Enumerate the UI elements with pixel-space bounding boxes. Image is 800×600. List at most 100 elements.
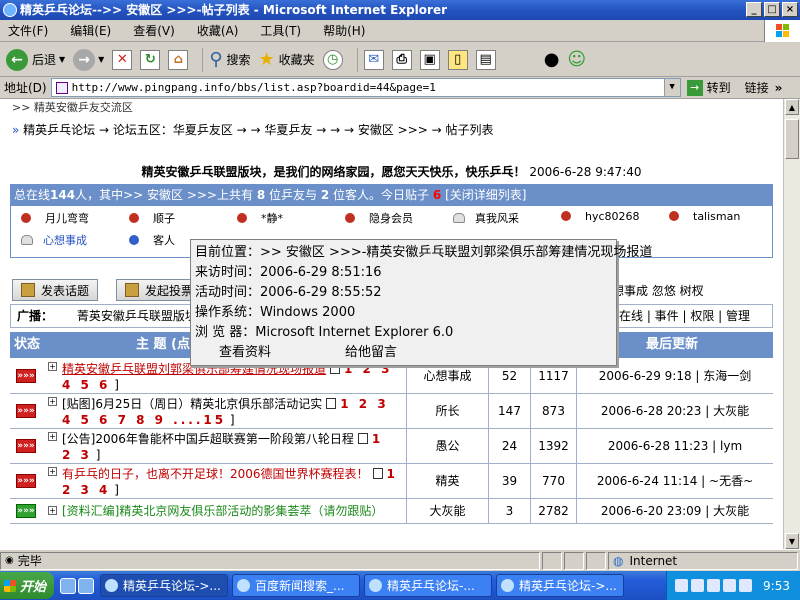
thread-title[interactable]: [公告]2006年鲁能杯中国乒超联赛第一阶段第八轮日程 <box>62 432 354 446</box>
breadcrumb-text[interactable]: 精英乒乓论坛 → 论坛五区：华夏乒友区 → → 华夏乒友 → → → 安徽区 >… <box>23 123 493 137</box>
favorites-button[interactable]: ★ 收藏夹 <box>259 49 315 70</box>
start-button[interactable]: 开始 <box>0 572 54 599</box>
menu-file[interactable]: 文件(F) <box>8 22 48 39</box>
thread-last-update[interactable]: 2006-6-24 11:14 | ~无香~ <box>576 464 773 499</box>
note-icon[interactable]: ▯ <box>447 49 468 70</box>
board-nav-links[interactable]: 在线 | 事件 | 权限 | 管理 <box>619 305 750 327</box>
messenger-doc-icon[interactable]: ▤ <box>475 49 496 70</box>
online-user[interactable]: 顺子 <box>129 210 175 226</box>
leave-message-link[interactable]: 给他留言 <box>345 345 397 360</box>
thread-author[interactable]: 所长 <box>406 394 488 429</box>
links-expand-icon[interactable]: » <box>775 81 783 95</box>
normal-thread-icon: »»» <box>16 504 36 518</box>
expand-icon[interactable]: + <box>48 362 57 371</box>
thread-title[interactable]: 有乒乓的日子，也离不开足球！2006德国世界杯赛程表！ <box>62 467 369 481</box>
user-name: 隐身会员 <box>369 212 413 225</box>
close-list-link[interactable]: [关闭详细列表] <box>445 188 526 202</box>
expand-icon[interactable]: + <box>48 397 57 406</box>
online-user[interactable]: 隐身会员 <box>345 210 413 226</box>
go-button[interactable]: → 转到 <box>686 79 731 96</box>
online-mid: 人，其中>> 安徽区 >>>上共有 <box>75 188 253 202</box>
view-profile-link[interactable]: 查看资料 <box>219 345 271 360</box>
forward-button[interactable]: → ▼ <box>73 48 104 71</box>
address-input[interactable]: http://www.pingpang.info/bbs/list.asp?bo… <box>50 78 681 97</box>
mail-icon[interactable]: ✉ <box>363 49 384 70</box>
scroll-thumb[interactable] <box>785 119 799 159</box>
online-user[interactable]: 真我风采 <box>453 210 519 226</box>
tray-icon[interactable] <box>675 579 689 592</box>
maximize-button[interactable]: □ <box>764 2 780 17</box>
expand-icon[interactable]: + <box>48 467 57 476</box>
minimize-button[interactable]: _ <box>746 2 762 17</box>
back-dropdown-icon[interactable]: ▼ <box>59 55 65 64</box>
address-dropdown-icon[interactable]: ▼ <box>663 79 680 96</box>
tooltip-location: 目前位置：>> 安徽区 >>>-精英安徽乒乓联盟刘郭梁俱乐部筹建情况现场报道 <box>195 245 653 260</box>
edit-page-icon[interactable]: ▣ <box>419 49 440 70</box>
back-button[interactable]: ← 后退 ▼ <box>6 48 65 71</box>
thread-author[interactable]: 愚公 <box>406 429 488 464</box>
thread-author[interactable]: 大灰能 <box>406 499 488 524</box>
thread-last-update[interactable]: 2006-6-28 11:23 | lym <box>576 429 773 464</box>
toolbar-separator <box>202 47 204 72</box>
online-user[interactable]: 心想事成 <box>21 232 87 248</box>
tray-icon[interactable] <box>691 579 705 592</box>
menu-favorites[interactable]: 收藏(A) <box>197 22 239 39</box>
user-pin-icon <box>561 211 571 221</box>
menu-edit[interactable]: 编辑(E) <box>70 22 111 39</box>
qq-penguin-icon[interactable]: ● <box>544 49 560 70</box>
online-user[interactable]: *静* <box>237 210 283 226</box>
stop-icon[interactable]: ✕ <box>112 49 133 70</box>
menu-tools[interactable]: 工具(T) <box>260 22 301 39</box>
thread-title[interactable]: [资料汇编]精英北京网友俱乐部活动的影集荟萃（请勿跟贴） <box>62 504 383 518</box>
today-posts: 6 <box>432 188 442 202</box>
close-button[interactable]: × <box>782 2 798 17</box>
task-label: 精英乒乓论坛->... <box>123 579 221 593</box>
task-button[interactable]: 精英乒乓论坛->... <box>496 574 624 597</box>
header-topic[interactable]: 主 题 (点 <box>136 332 190 358</box>
online-user[interactable]: hyc80268 <box>561 210 640 223</box>
quick-launch-icon[interactable] <box>60 577 76 594</box>
volume-icon[interactable] <box>739 579 753 592</box>
history-icon[interactable]: ◷ <box>322 49 343 70</box>
links-button[interactable]: 链接 <box>745 79 769 96</box>
menu-view[interactable]: 查看(V) <box>133 22 175 39</box>
thread-last-update[interactable]: 2006-6-28 20:23 | 大灰能 <box>576 394 773 429</box>
expand-icon[interactable]: + <box>48 432 57 441</box>
thread-title[interactable]: [贴图]6月25日（周日）精英北京俱乐部活动记实 <box>62 397 322 411</box>
tray-icon[interactable] <box>723 579 737 592</box>
search-button[interactable]: ⚲ 搜索 <box>209 49 250 70</box>
scroll-up-icon[interactable]: ▲ <box>785 99 799 115</box>
forward-dropdown-icon[interactable]: ▼ <box>98 55 104 64</box>
breadcrumb-bullet-icon: » <box>12 123 20 137</box>
header-last-update[interactable]: 最后更新 <box>646 332 698 358</box>
task-button[interactable]: 精英乒乓论坛->... <box>100 574 228 597</box>
print-icon[interactable]: ⎙ <box>391 49 412 70</box>
user-name: 顺子 <box>153 212 175 225</box>
breadcrumb: » 精英乒乓论坛 → 论坛五区：华夏乒友区 → → 华夏乒友 → → → 安徽区… <box>12 121 494 138</box>
online-user[interactable]: talisman <box>669 210 740 223</box>
window-titlebar[interactable]: 精英乒乓论坛-->> 安徽区 >>>-帖子列表 - Microsoft Inte… <box>0 0 800 20</box>
msn-buddy-icon[interactable]: ☺ <box>567 49 586 70</box>
thread-last-update[interactable]: 2006-6-20 23:09 | 大灰能 <box>576 499 773 524</box>
headline-time: 2006-6-28 9:47:40 <box>529 165 642 179</box>
quick-launch-icon[interactable] <box>78 577 94 594</box>
thread-author[interactable]: 精英 <box>406 464 488 499</box>
ie-page-icon: ◉ <box>5 555 14 566</box>
user-name: 客人 <box>153 234 175 247</box>
online-user[interactable]: 月儿弯弯 <box>21 210 89 226</box>
menu-help[interactable]: 帮助(H) <box>323 22 365 39</box>
tray-icon[interactable] <box>707 579 721 592</box>
online-user[interactable]: 客人 <box>129 232 175 248</box>
home-icon[interactable]: ⌂ <box>168 49 189 70</box>
scroll-down-icon[interactable]: ▼ <box>785 533 799 549</box>
task-button[interactable]: 百度新闻搜索_... <box>232 574 360 597</box>
zone-text: Internet <box>629 553 678 568</box>
vertical-scrollbar[interactable]: ▲ ▼ <box>783 99 800 549</box>
broadcast-text[interactable]: 菁英安徽乒乓联盟版块 <box>77 309 197 323</box>
expand-icon[interactable]: + <box>48 506 57 515</box>
clock[interactable]: 9:53 <box>763 579 790 593</box>
refresh-icon[interactable]: ↻ <box>140 49 161 70</box>
user-pin-icon <box>129 235 139 245</box>
post-topic-button[interactable]: 发表话题 <box>12 279 99 301</box>
task-button[interactable]: 精英乒乓论坛-... <box>364 574 492 597</box>
